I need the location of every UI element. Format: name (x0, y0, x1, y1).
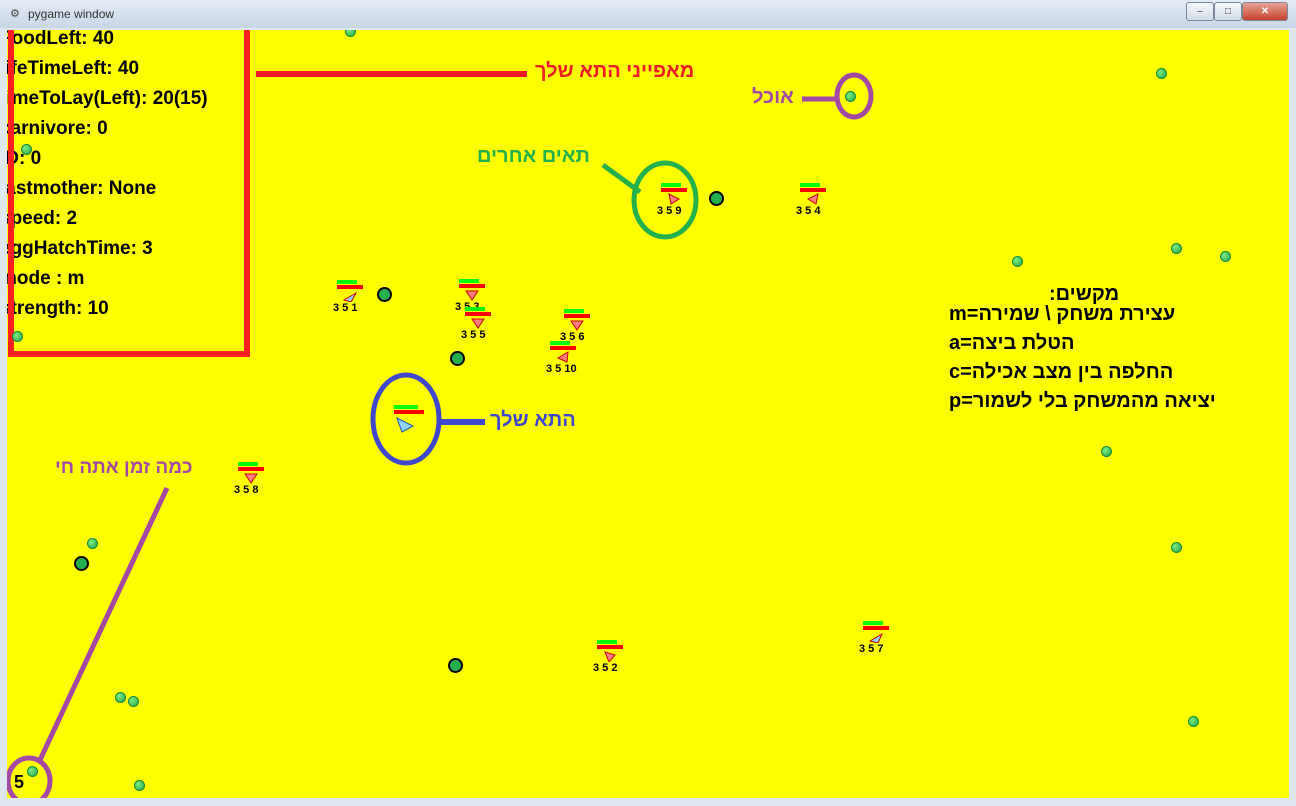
food-pellet (1171, 243, 1182, 254)
food-pellet (845, 91, 856, 102)
cell-label: 3 5 2 (593, 662, 618, 674)
cell-label: 3 5 5 (461, 329, 486, 341)
egg (448, 658, 463, 673)
cell-triangle-icon (465, 290, 479, 301)
other-cells-pointer-line (601, 162, 642, 195)
cell-health-bar (238, 462, 258, 466)
cell-triangle-icon (604, 651, 616, 662)
cell-label: 3 5 10 (546, 363, 577, 375)
key-line-m: עצירת משחק \ שמירה=m (949, 303, 1176, 325)
cell-health-bar (597, 640, 617, 644)
other-cell: 3 5 9 (657, 183, 701, 223)
cell-energy-bar (238, 467, 264, 471)
player-health-bar (394, 405, 418, 409)
other-cell: 3 5 8 (234, 462, 278, 502)
food-pellet (1188, 716, 1199, 727)
key-line-a: הטלת ביצה=a (949, 332, 1075, 354)
time-alive-counter: 5 (14, 772, 25, 792)
food-pellet (1220, 251, 1231, 262)
cell-triangle-icon (343, 291, 357, 302)
cell-triangle-icon (244, 473, 258, 484)
food-pellet (1101, 446, 1112, 457)
cell-triangle-icon (556, 351, 569, 363)
cell-energy-bar (661, 188, 687, 192)
cell-energy-bar (800, 188, 826, 192)
pygame-icon: ⚙ (10, 8, 20, 20)
other-cell: 3 5 2 (593, 640, 637, 680)
cell-health-bar (661, 183, 681, 187)
cell-triangle-icon (869, 632, 883, 643)
maximize-button[interactable]: □ (1214, 2, 1242, 21)
annotation-your-cell: התא שלך (490, 409, 576, 431)
food-pellet (128, 696, 139, 707)
other-cell: 3 5 7 (859, 621, 903, 661)
cell-energy-bar (564, 314, 590, 318)
key-line-c: החלפה בין מצב אכילה=c (949, 361, 1174, 383)
annotation-other-cells: תאים אחרים (477, 145, 590, 167)
food-pellet (1012, 256, 1023, 267)
annotation-food: אוכל (752, 86, 794, 108)
cell-label: 3 5 7 (859, 643, 884, 655)
cell-health-bar (459, 279, 479, 283)
cell-health-bar (465, 307, 485, 311)
window-titlebar: ⚙ pygame window – □ ✕ (0, 0, 1296, 29)
food-pellet (134, 780, 145, 791)
other-cell: 3 5 5 (461, 307, 505, 347)
cell-health-bar (863, 621, 883, 625)
timer-pointer-line (37, 486, 170, 762)
other-cell: 3 5 10 (546, 341, 590, 381)
window-title: pygame window (28, 7, 115, 21)
cell-energy-bar (459, 284, 485, 288)
player-energy-bar (394, 410, 424, 414)
cell-energy-bar (337, 285, 363, 289)
cell-triangle-icon (668, 193, 681, 205)
cell-label: 3 5 1 (333, 302, 358, 314)
annotation-cell-properties: מאפייני התא שלך (535, 60, 695, 82)
minimize-button[interactable]: – (1186, 2, 1214, 21)
cell-energy-bar (550, 346, 576, 350)
egg (74, 556, 89, 571)
cell-triangle-icon (471, 318, 485, 329)
egg (450, 351, 465, 366)
game-canvas[interactable]: FoodLeft: 40 lifeTimeLeft: 40 timeToLay(… (7, 30, 1289, 798)
food-pellet (87, 538, 98, 549)
food-pellet (1171, 542, 1182, 553)
other-cell: 3 5 1 (333, 280, 377, 320)
food-pellet (115, 692, 126, 703)
cell-health-bar (564, 309, 584, 313)
other-cell: 3 5 4 (796, 183, 840, 223)
cell-energy-bar (465, 312, 491, 316)
cell-label: 3 5 4 (796, 205, 821, 217)
cell-triangle-icon (806, 193, 819, 205)
cell-triangle-icon (570, 320, 584, 331)
cell-energy-bar (863, 626, 889, 630)
cell-energy-bar (597, 645, 623, 649)
cell-health-bar (337, 280, 357, 284)
food-pellet (27, 766, 38, 777)
annotation-time-alive: כמה זמן אתה חי (55, 457, 193, 478)
player-cell[interactable] (394, 405, 434, 445)
cell-label: 3 5 9 (657, 205, 682, 217)
food-pellet (21, 144, 32, 155)
cell-health-bar (800, 183, 820, 187)
player-triangle-icon (396, 417, 414, 433)
close-button[interactable]: ✕ (1242, 2, 1288, 21)
key-line-p: יציאה מהמשחק בלי לשמור=p (949, 390, 1216, 412)
annotation-overlay (7, 71, 874, 798)
cell-health-bar (550, 341, 570, 345)
egg (709, 191, 724, 206)
egg (377, 287, 392, 302)
cell-label: 3 5 8 (234, 484, 259, 496)
food-pellet (1156, 68, 1167, 79)
food-pellet (12, 331, 23, 342)
